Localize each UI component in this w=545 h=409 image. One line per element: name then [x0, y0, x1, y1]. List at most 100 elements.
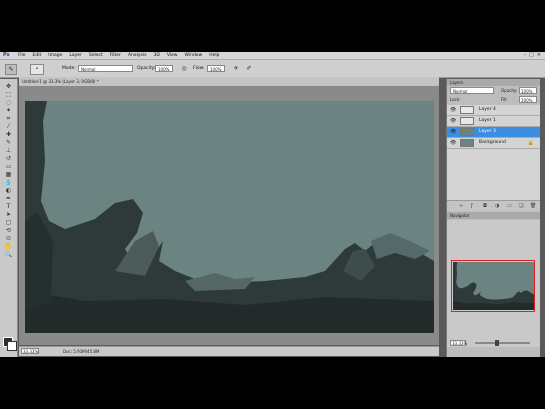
opacity-field[interactable]: 100% — [155, 65, 173, 72]
navigator-view-box[interactable] — [451, 260, 535, 312]
layer-opacity-field[interactable]: 100% — [519, 87, 537, 94]
ps-logo: Ps — [3, 52, 10, 58]
layer-thumbnail — [460, 117, 474, 125]
menu-image[interactable]: Image — [48, 53, 62, 58]
layer-row[interactable]: 👁 Layer 4 — [447, 105, 540, 116]
layer-row[interactable]: 👁 Layer 1 — [447, 116, 540, 127]
pen-tool-icon[interactable]: ✒ — [4, 195, 13, 202]
layer-row[interactable]: 👁 Background 🔒 — [447, 138, 540, 149]
status-bar: 33.33% Doc: 5.93M/45.8M — [19, 346, 439, 356]
visibility-eye-icon[interactable]: 👁 — [450, 118, 456, 124]
options-bar: ✎ • Mode: Normal Opacity: 100% ◎ Flow: 1… — [0, 60, 545, 78]
mode-label: Mode: — [62, 66, 76, 71]
menu-analysis[interactable]: Analysis — [128, 53, 147, 58]
canvas[interactable] — [25, 101, 434, 333]
navigator-zoom-slider[interactable] — [475, 342, 530, 344]
brush-tool-icon[interactable]: ✎ — [4, 139, 13, 146]
layer-name: Layer 3 — [479, 129, 496, 134]
tab-layers[interactable]: Layers — [450, 80, 463, 85]
quick-select-tool-icon[interactable]: ✦ — [4, 107, 13, 114]
mode-select[interactable]: Normal — [78, 65, 133, 72]
maximize-button[interactable]: □ — [529, 52, 534, 58]
crop-tool-icon[interactable]: ⌗ — [4, 115, 13, 122]
airbrush-icon[interactable]: ✈ — [232, 65, 240, 73]
document-info[interactable]: Doc: 5.93M/45.8M — [63, 349, 99, 354]
tab-navigator[interactable]: Navigator — [450, 213, 470, 218]
close-button[interactable]: × — [537, 52, 541, 58]
menu-list: File Edit Image Layer Select Filter Anal… — [18, 53, 227, 58]
navigator-zoom-field[interactable]: 33.33% — [450, 340, 467, 346]
move-tool-icon[interactable]: ✥ — [4, 83, 13, 90]
flow-field[interactable]: 100% — [207, 65, 225, 72]
lasso-tool-icon[interactable]: ◌ — [4, 99, 13, 106]
visibility-eye-icon[interactable]: 👁 — [450, 140, 456, 146]
eraser-tool-icon[interactable]: ▭ — [4, 163, 13, 170]
menu-window[interactable]: Window — [185, 53, 203, 58]
history-brush-tool-icon[interactable]: ↺ — [4, 155, 13, 162]
brush-picker-icon[interactable]: • — [30, 64, 44, 75]
menu-help[interactable]: Help — [209, 53, 219, 58]
brush-tool-preset-icon[interactable]: ✎ — [5, 64, 17, 75]
window-controls: – □ × — [524, 52, 541, 58]
pressure-size-icon[interactable]: ✐ — [245, 65, 253, 73]
painting — [25, 101, 434, 333]
document-title: Untitled-1 @ 33.3% (Layer 3, RGB/8) * — [22, 79, 99, 84]
layer-opacity-label: Opacity: — [501, 88, 518, 93]
hand-tool-icon[interactable]: ✋ — [4, 243, 13, 250]
3d-rotate-tool-icon[interactable]: ⟲ — [4, 227, 13, 234]
3d-camera-tool-icon[interactable]: ⊙ — [4, 235, 13, 242]
path-select-tool-icon[interactable]: ➤ — [4, 211, 13, 218]
zoom-tool-icon[interactable]: 🔍 — [4, 251, 13, 258]
new-layer-icon[interactable]: ❏ — [519, 203, 523, 209]
menu-file[interactable]: File — [18, 53, 26, 58]
toolbox: ✥ ⬚ ◌ ✦ ⌗ ⁄ ✚ ✎ ⊥ ↺ ▭ ▦ 💧 ◐ ✒ T ➤ ▢ ⟲ ⊙ … — [0, 79, 18, 357]
menu-select[interactable]: Select — [89, 53, 103, 58]
lock-label: Lock: — [450, 97, 461, 102]
marquee-tool-icon[interactable]: ⬚ — [4, 91, 13, 98]
menu-filter[interactable]: Filter — [110, 53, 121, 58]
menu-layer[interactable]: Layer — [69, 53, 82, 58]
zoom-field[interactable]: 33.33% — [21, 348, 39, 354]
adjustment-layer-icon[interactable]: ◑ — [495, 203, 499, 209]
fill-label: Fill: — [501, 97, 508, 102]
layer-name: Layer 1 — [479, 118, 496, 123]
clone-stamp-tool-icon[interactable]: ⊥ — [4, 147, 13, 154]
visibility-eye-icon[interactable]: 👁 — [450, 129, 456, 135]
menu-3d[interactable]: 3D — [153, 53, 159, 58]
layer-row-selected[interactable]: 👁 Layer 3 — [447, 127, 540, 138]
menu-bar: Ps File Edit Image Layer Select Filter A… — [0, 52, 545, 60]
navigator-slider-handle[interactable] — [495, 340, 499, 346]
blend-mode-select[interactable]: Normal — [450, 87, 494, 94]
shape-tool-icon[interactable]: ▢ — [4, 219, 13, 226]
menu-edit[interactable]: Edit — [33, 53, 42, 58]
fill-field[interactable]: 100% — [519, 96, 537, 103]
document-tab[interactable]: Untitled-1 @ 33.3% (Layer 3, RGB/8) * — [19, 77, 439, 87]
new-group-icon[interactable]: ▭ — [507, 203, 512, 209]
delete-layer-icon[interactable]: 🗑 — [530, 203, 536, 209]
layers-panel-tabs: Layers — [447, 79, 540, 86]
dodge-tool-icon[interactable]: ◐ — [4, 187, 13, 194]
gradient-tool-icon[interactable]: ▦ — [4, 171, 13, 178]
visibility-eye-icon[interactable]: 👁 — [450, 107, 456, 113]
minimize-button[interactable]: – — [524, 52, 527, 58]
healing-tool-icon[interactable]: ✚ — [4, 131, 13, 138]
background-color-swatch[interactable] — [7, 341, 17, 351]
navigator-panel-tabs: Navigator — [447, 212, 540, 219]
type-tool-icon[interactable]: T — [4, 203, 13, 210]
eyedropper-tool-icon[interactable]: ⁄ — [4, 123, 13, 130]
layer-name: Layer 4 — [479, 107, 496, 112]
flow-label: Flow: — [193, 66, 205, 71]
opacity-label: Opacity: — [137, 66, 156, 71]
navigator-panel: 33.33% — [447, 220, 540, 347]
blur-tool-icon[interactable]: 💧 — [4, 179, 13, 186]
pressure-opacity-icon[interactable]: ◎ — [180, 65, 188, 73]
photoshop-window: Ps File Edit Image Layer Select Filter A… — [0, 52, 545, 357]
document-area — [19, 87, 439, 345]
link-layers-icon[interactable]: ∞ — [459, 203, 463, 209]
add-mask-icon[interactable]: ◘ — [483, 203, 487, 209]
layer-thumbnail — [460, 139, 474, 147]
layer-style-icon[interactable]: ƒ — [471, 203, 473, 209]
menu-view[interactable]: View — [167, 53, 178, 58]
layer-thumbnail — [460, 106, 474, 114]
layer-buttons: ∞ ƒ ◘ ◑ ▭ ❏ 🗑 — [447, 200, 540, 211]
